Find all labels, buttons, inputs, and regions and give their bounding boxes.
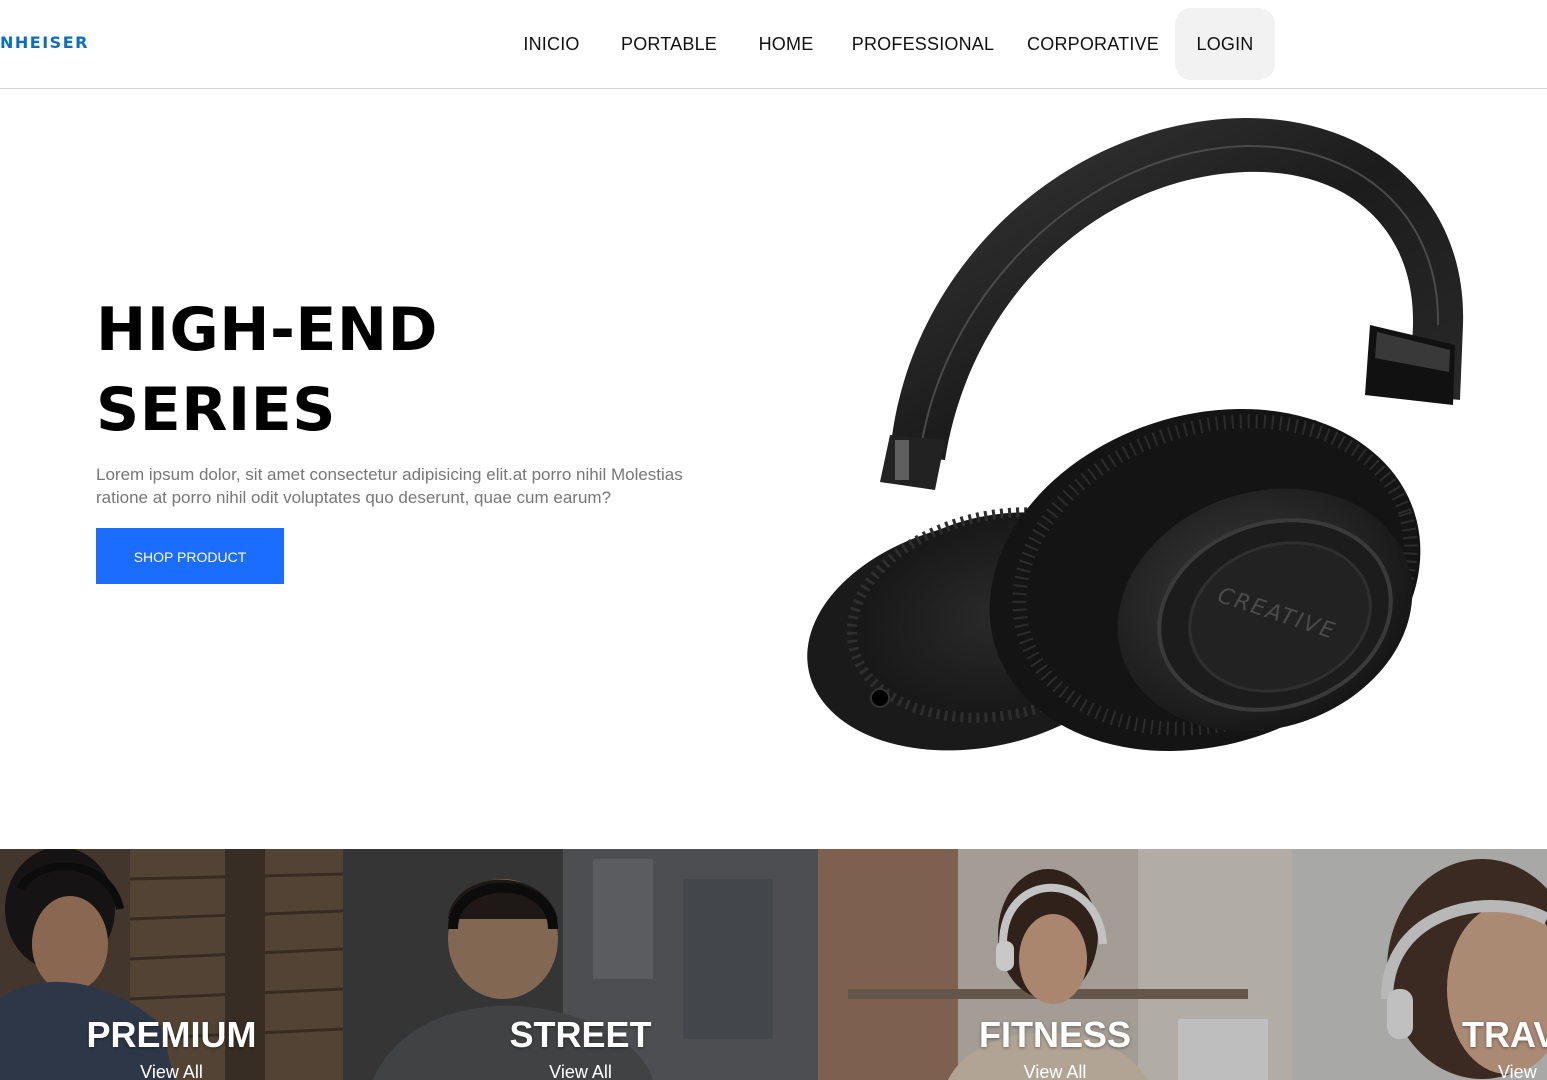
nav-item-portable[interactable]: PORTABLE — [612, 8, 726, 80]
brand-logo[interactable]: NHEISER — [0, 33, 89, 53]
nav-item-professional[interactable]: PROFESSIONAL — [846, 8, 1000, 80]
category-title: PREMIUM — [86, 1014, 257, 1055]
category-title: TRAV — [1462, 1014, 1547, 1055]
category-view-all-link[interactable]: View All — [343, 1061, 818, 1080]
nav-item-home[interactable]: HOME — [744, 8, 828, 80]
hero-title: HIGH-END SERIES — [96, 290, 438, 450]
category-title: FITNESS — [978, 1014, 1131, 1055]
top-navbar: NHEISER INICIO PORTABLE HOME PROFESSIONA… — [0, 0, 1547, 89]
category-title: STREET — [509, 1014, 652, 1055]
nav-item-inicio[interactable]: INICIO — [508, 8, 595, 80]
login-button[interactable]: LOGIN — [1175, 8, 1275, 80]
category-view-all-link[interactable]: View A — [1498, 1061, 1547, 1080]
hero-title-line-1: HIGH-END — [96, 295, 438, 365]
category-view-all-link[interactable]: View All — [818, 1061, 1292, 1080]
hero-description: Lorem ipsum dolor, sit amet consectetur … — [96, 465, 683, 507]
headphones-product-image: CREATIVE — [807, 118, 1464, 752]
hero-title-line-2: SERIES — [96, 375, 336, 445]
category-card-travel[interactable]: TRAV View A — [1292, 849, 1547, 1080]
category-view-all-link[interactable]: View All — [0, 1061, 343, 1080]
category-card-street[interactable]: STREET View All — [343, 849, 818, 1080]
category-card-premium[interactable]: PREMIUM View All — [0, 849, 343, 1080]
category-card-fitness[interactable]: FITNESS View All — [818, 849, 1292, 1080]
nav-item-corporative[interactable]: CORPORATIVE — [1018, 8, 1168, 80]
shop-product-button[interactable]: SHOP PRODUCT — [96, 528, 284, 584]
